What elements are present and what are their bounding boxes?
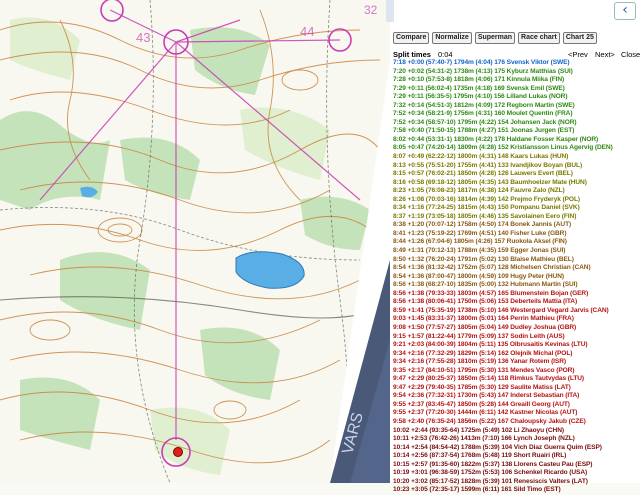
split-row[interactable]: 8:34 +1:16 (77:24-25) 1815m (4:43) 150 P… (393, 204, 640, 213)
control-label: 43 (136, 30, 150, 45)
split-row[interactable]: 8:26 +1:08 (70:03-16) 1814m (4:39) 142 P… (393, 196, 640, 205)
split-row[interactable]: 8:50 +1:32 (76:20-24) 1791m (5:02) 130 B… (393, 256, 640, 265)
split-row[interactable]: 8:56 +1:38 (80:06-41) 1750m (5:06) 153 D… (393, 298, 640, 307)
normalize-button[interactable]: Normalize (432, 32, 472, 44)
compare-button[interactable]: Compare (393, 32, 430, 44)
split-row[interactable]: 8:16 +0:58 (69:18-12) 1805m (4:35) 143 B… (393, 179, 640, 188)
split-row[interactable]: 8:23 +1:05 (76:08-23) 1817m (4:38) 124 F… (393, 187, 640, 196)
split-row[interactable]: 10:11 +2:53 (76:42-26) 1413m (7:10) 166 … (393, 435, 640, 444)
split-row[interactable]: 8:05 +0:47 (74:20-14) 1809m (4:28) 152 K… (393, 144, 640, 153)
split-row[interactable]: 7:32 +0:14 (54:51-3) 1812m (4:09) 172 Re… (393, 102, 640, 111)
split-row[interactable]: 10:14 +2:54 (84:54-42) 1788m (5:39) 104 … (393, 444, 640, 453)
split-row[interactable]: 8:38 +1:20 (70:07-12) 1758m (4:50) 174 B… (393, 221, 640, 230)
split-row[interactable]: 10:23 +3:05 (72:35-17) 1599m (6:11) 161 … (393, 486, 640, 495)
split-row[interactable]: 9:34 +2:16 (77:32-29) 1829m (5:14) 162 O… (393, 350, 640, 359)
race-chart-button[interactable]: Race chart (518, 32, 560, 44)
split-row[interactable]: 7:29 +0:11 (56:35-5) 1795m (4:10) 156 Li… (393, 93, 640, 102)
split-row[interactable]: 9:15 +1:57 (81:22-44) 1779m (5:09) 137 S… (393, 333, 640, 342)
split-row[interactable]: 8:13 +0:55 (75:51-20) 1755m (4:41) 133 I… (393, 162, 640, 171)
split-row[interactable]: 7:52 +0:34 (58:21-9) 1756m (4:31) 160 Mo… (393, 110, 640, 119)
split-row[interactable]: 8:07 +0:49 (62:22-12) 1800m (4:31) 148 K… (393, 153, 640, 162)
split-row[interactable]: 8:54 +1:36 (81:32-42) 1752m (5:07) 128 M… (393, 264, 640, 273)
superman-button[interactable]: Superman (474, 32, 516, 44)
runner-marker (173, 447, 183, 457)
split-row[interactable]: 7:29 +0:11 (56:02-4) 1735m (4:18) 169 Sv… (393, 85, 640, 94)
split-row[interactable]: 7:58 +0:40 (71:50-15) 1788m (4:27) 151 J… (393, 127, 640, 136)
control-label: 32 (364, 3, 378, 17)
split-row[interactable]: 9:47 +2:29 (80:25-37) 1850m (5:14) 118 R… (393, 375, 640, 384)
split-row[interactable]: 9:03 +1:45 (83:31-37) 1800m (5:01) 164 P… (393, 315, 640, 324)
split-times-list: 7:18 +0:00 (57:40-7) 1794m (4:04) 176 Sv… (393, 59, 640, 495)
next-link[interactable]: Next> (595, 50, 615, 59)
split-row[interactable]: 8:15 +0:57 (76:02-21) 1850m (4:28) 126 L… (393, 170, 640, 179)
split-row[interactable]: 9:55 +2:37 (77:20-30) 1444m (6:11) 142 K… (393, 409, 640, 418)
split-row[interactable]: 9:34 +2:16 (77:55-28) 1810m (5:19) 136 Y… (393, 358, 640, 367)
split-row[interactable]: 8:49 +1:31 (70:12-13) 1788m (4:35) 159 E… (393, 247, 640, 256)
split-row[interactable]: 8:02 +0:44 (53:31-1) 1830m (4:22) 178 Ha… (393, 136, 640, 145)
split-row[interactable]: 7:18 +0:00 (57:40-7) 1794m (4:04) 176 Sv… (393, 59, 640, 68)
split-row[interactable]: 9:54 +2:36 (77:32-31) 1730m (5:43) 147 I… (393, 392, 640, 401)
split-row[interactable]: 9:08 +1:50 (77:57-27) 1805m (5:04) 149 D… (393, 324, 640, 333)
split-row[interactable]: 10:20 +3:02 (85:17-52) 1828m (5:39) 101 … (393, 478, 640, 487)
split-row[interactable]: 10:19 +3:01 (96:38-59) 1752m (5:53) 106 … (393, 469, 640, 478)
split-row[interactable]: 8:56 +1:38 (68:27-10) 1835m (5:00) 132 H… (393, 281, 640, 290)
split-row[interactable]: 9:47 +2:29 (79:40-35) 1785m (5:30) 129 S… (393, 384, 640, 393)
split-row[interactable]: 10:02 +2:44 (93:35-64) 1725m (5:49) 102 … (393, 427, 640, 436)
split-row[interactable]: 7:52 +0:34 (58:57-10) 1795m (4:22) 154 J… (393, 119, 640, 128)
split-times-title: Split times (393, 50, 431, 59)
split-row[interactable]: 9:35 +2:17 (84:10-51) 1795m (5:30) 131 M… (393, 367, 640, 376)
control-label: 44 (300, 24, 314, 39)
split-row[interactable]: 7:28 +0:10 (57:53-8) 1818m (4:06) 171 Ki… (393, 76, 640, 85)
split-row[interactable]: 8:54 +1:36 (87:00-47) 1800m (4:59) 109 H… (393, 273, 640, 282)
toolbar: Compare Normalize Superman Race chart Ch… (393, 32, 597, 44)
split-row[interactable]: 9:21 +2:03 (84:00-39) 1804m (5:11) 135 O… (393, 341, 640, 350)
split-row[interactable]: 10:15 +2:57 (91:35-60) 1822m (5:37) 138 … (393, 461, 640, 470)
split-row[interactable]: 8:59 +1:41 (75:35-19) 1738m (5:10) 146 W… (393, 307, 640, 316)
collapse-panel-button[interactable]: ‹ (614, 2, 636, 20)
chevron-left-icon: ‹ (622, 2, 628, 18)
prev-link[interactable]: <Prev (568, 50, 588, 59)
split-row[interactable]: 8:56 +1:38 (79:33-33) 1803m (4:57) 165 B… (393, 290, 640, 299)
split-time-readout: 0:04 (438, 50, 453, 59)
split-times-panel: ‹ Compare Normalize Superman Race chart … (390, 0, 640, 493)
split-row[interactable]: 9:58 +2:40 (76:35-24) 1856m (5:22) 167 C… (393, 418, 640, 427)
split-row[interactable]: 10:14 +2:56 (87:37-54) 1768m (5:48) 119 … (393, 452, 640, 461)
split-row[interactable]: 9:55 +2:37 (83:45-47) 1850m (5:28) 144 G… (393, 401, 640, 410)
split-row[interactable]: 8:41 +1:23 (75:19-22) 1769m (4:51) 140 F… (393, 230, 640, 239)
split-row[interactable]: 7:20 +0:02 (54:31-2) 1738m (4:13) 175 Ky… (393, 68, 640, 77)
close-link[interactable]: Close (621, 50, 640, 59)
chart-25-button[interactable]: Chart 25 (562, 32, 597, 44)
split-row[interactable]: 8:44 +1:26 (67:04-6) 1805m (4:26) 157 Ru… (393, 238, 640, 247)
split-row[interactable]: 8:37 +1:19 (73:05-18) 1805m (4:46) 135 S… (393, 213, 640, 222)
